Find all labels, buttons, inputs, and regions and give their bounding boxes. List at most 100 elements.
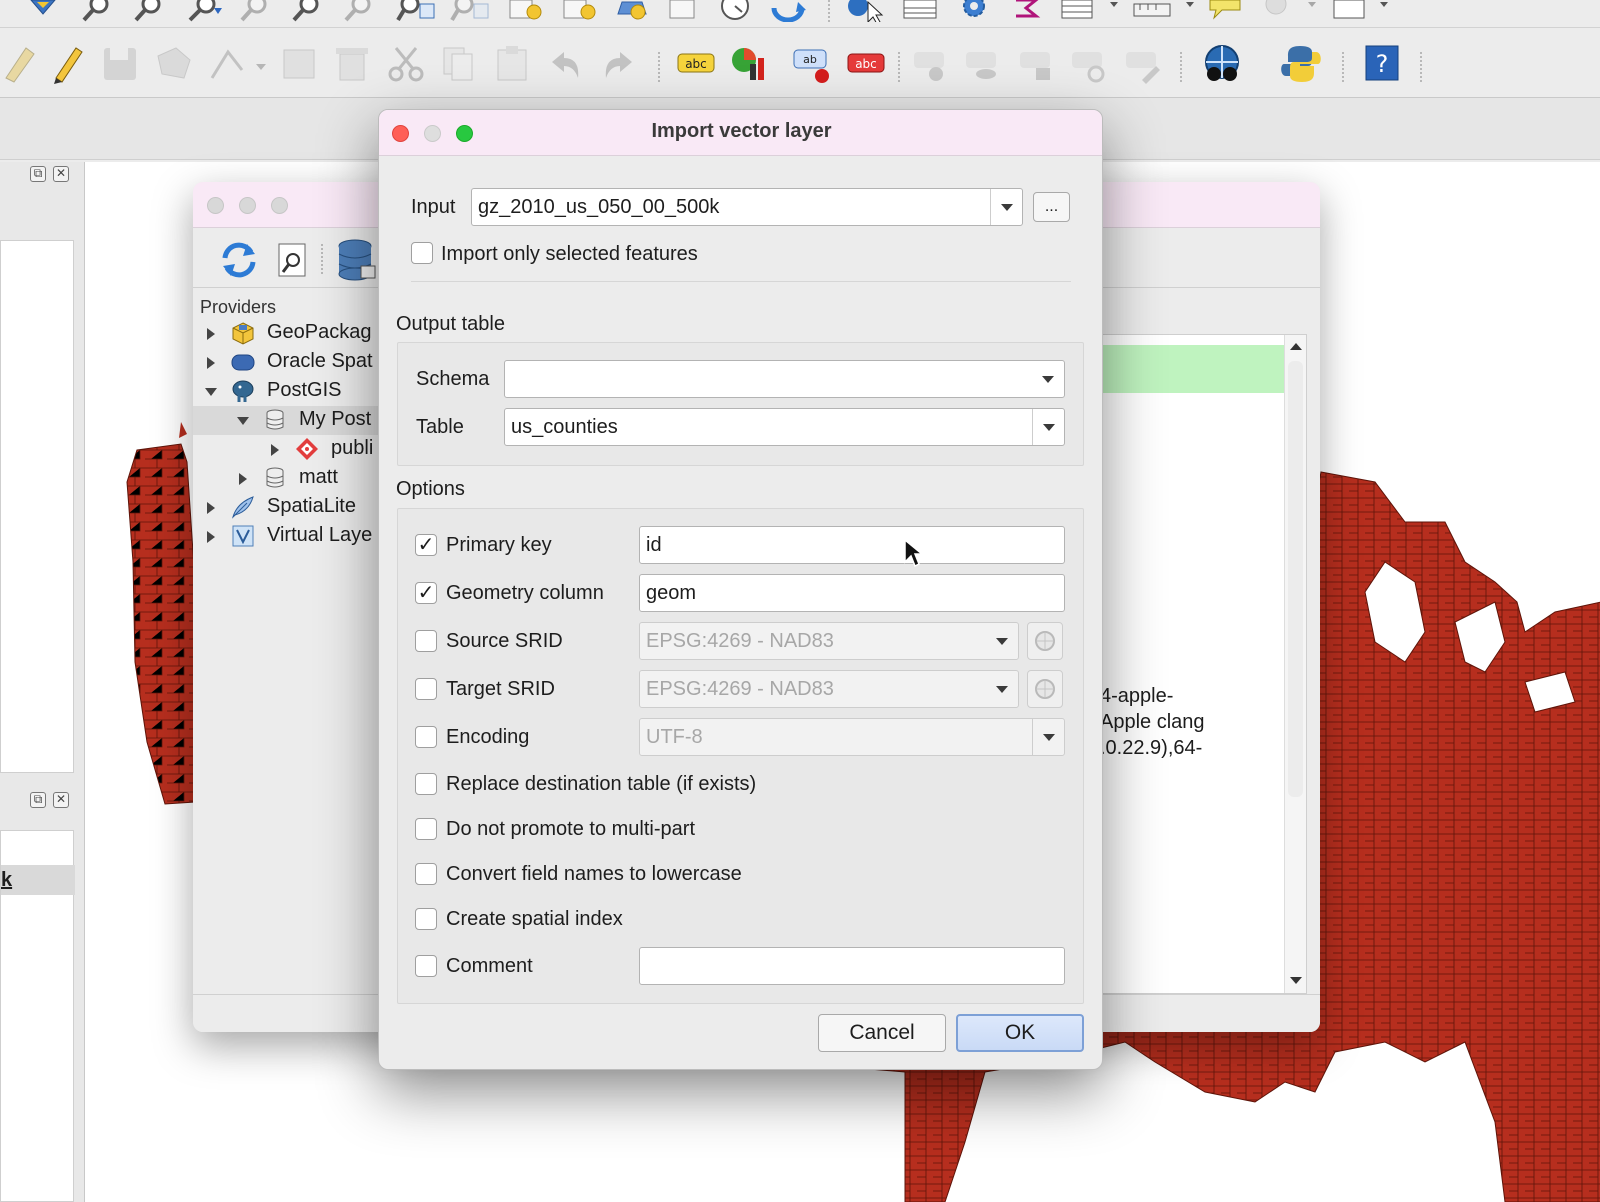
output-table-header: Output table	[396, 313, 505, 335]
layer-labeling-icon[interactable]: abc	[676, 44, 716, 84]
close-panel-icon[interactable]: ✕	[53, 792, 69, 808]
move-label-diagram-icon	[1016, 44, 1056, 84]
statistical-summary-icon[interactable]	[1010, 0, 1042, 22]
metasearch-globe-icon[interactable]	[1200, 44, 1244, 84]
save-edits-icon	[100, 44, 140, 84]
toolbar-separator	[321, 244, 325, 274]
import-selected-checkbox[interactable]	[411, 242, 433, 264]
tree-item-my-postgis[interactable]: My Post	[193, 406, 383, 435]
tree-item-public-schema[interactable]: publi	[193, 435, 383, 464]
python-console-icon[interactable]	[1280, 44, 1322, 84]
text-annotation-icon[interactable]	[1330, 0, 1400, 22]
schema-combobox[interactable]	[504, 360, 1065, 398]
tree-item-oracle[interactable]: Oracle Spat	[193, 348, 383, 377]
identify-features-icon[interactable]	[846, 0, 888, 22]
zoom-to-layer-icon[interactable]	[290, 0, 324, 22]
tree-item-matt[interactable]: matt	[193, 464, 383, 493]
postgis-elephant-icon	[231, 379, 255, 403]
refresh-icon[interactable]	[219, 240, 259, 280]
filter-browser-icon[interactable]	[273, 240, 313, 280]
toolbar-separator	[1420, 52, 1424, 82]
help-icon[interactable]: ?	[1364, 44, 1400, 84]
zoom-rubberband-icon[interactable]	[184, 0, 224, 22]
layers-selected-row[interactable]: k	[1, 865, 75, 895]
measure-table-icon[interactable]	[1060, 0, 1124, 22]
dialog-title: Import vector layer	[651, 120, 832, 142]
minimize-window-icon[interactable]	[239, 197, 256, 214]
connection-info-panel: 4-apple- Apple clang .0.22.9),64-	[1100, 334, 1307, 994]
measure-line-icon[interactable]	[1130, 0, 1202, 22]
geometry-column-checkbox[interactable]: ✓	[415, 582, 437, 604]
float-panel-icon[interactable]: ⧉	[30, 166, 46, 182]
left-dock: ⧉ ✕ ⧉ ✕ k	[0, 162, 84, 1202]
new-spatial-bookmark-icon[interactable]	[616, 0, 656, 22]
zoom-out-icon[interactable]	[132, 0, 166, 22]
redo-icon	[598, 44, 638, 84]
spatial-index-checkbox[interactable]	[415, 908, 437, 930]
geometry-column-field[interactable]: geom	[639, 574, 1065, 612]
scroll-up-arrow-icon[interactable]	[1290, 343, 1302, 350]
highlight-pinned-labels-icon[interactable]: abc	[846, 44, 886, 84]
zoom-in-icon[interactable]	[80, 0, 114, 22]
temporal-controller-icon[interactable]	[716, 0, 754, 22]
scrollbar[interactable]	[1284, 335, 1306, 993]
close-panel-icon[interactable]: ✕	[53, 166, 69, 182]
scroll-thumb[interactable]	[1288, 361, 1303, 797]
crs-selector-globe-icon	[1027, 670, 1063, 708]
oracle-icon	[231, 350, 255, 374]
cut-features-icon	[386, 44, 426, 84]
source-srid-label: Source SRID	[446, 630, 563, 652]
add-polygon-feature-icon	[154, 44, 194, 84]
input-layer-combobox[interactable]: gz_2010_us_050_00_500k	[471, 188, 1023, 226]
add-database-icon[interactable]	[335, 238, 379, 282]
settings-gear-icon[interactable]	[954, 0, 994, 22]
show-bookmarks-icon[interactable]	[666, 0, 700, 22]
lowercase-fields-checkbox[interactable]	[415, 863, 437, 885]
geopackage-icon	[231, 321, 255, 345]
chevron-down-icon[interactable]	[1032, 361, 1064, 397]
tree-item-spatialite[interactable]: SpatiaLite	[193, 493, 383, 522]
svg-text:abc: abc	[685, 57, 707, 71]
open-attribute-table-icon[interactable]	[900, 0, 940, 22]
comment-checkbox[interactable]	[415, 955, 437, 977]
zoom-window-icon[interactable]	[271, 197, 288, 214]
info-line: .0.22.9),64-	[1100, 737, 1203, 759]
ok-button[interactable]: OK	[956, 1014, 1084, 1052]
source-srid-checkbox[interactable]	[415, 630, 437, 652]
tree-item-postgis[interactable]: PostGIS	[193, 377, 383, 406]
table-combobox[interactable]: us_counties	[504, 408, 1065, 446]
no-multipart-checkbox[interactable]	[415, 818, 437, 840]
scroll-down-arrow-icon[interactable]	[1290, 977, 1302, 984]
layer-name-label: k	[1, 869, 13, 891]
map-tips-icon[interactable]	[1204, 0, 1248, 22]
cancel-button[interactable]: Cancel	[818, 1014, 946, 1052]
providers-label: Providers	[200, 297, 277, 317]
zoom-last-icon[interactable]	[396, 0, 436, 22]
tree-item-geopackage[interactable]: GeoPackag	[193, 319, 383, 348]
target-srid-checkbox[interactable]	[415, 678, 437, 700]
tree-item-virtual-layer[interactable]: Virtual Laye	[193, 522, 383, 551]
chevron-down-icon[interactable]	[990, 189, 1022, 225]
pin-labels-icon[interactable]: ab	[792, 44, 834, 84]
encoding-label: Encoding	[446, 726, 530, 748]
virtual-layer-icon	[231, 524, 255, 548]
close-window-icon[interactable]	[207, 197, 224, 214]
chevron-down-icon[interactable]	[1032, 409, 1064, 445]
toolbar-separator	[1342, 52, 1346, 82]
encoding-checkbox[interactable]	[415, 726, 437, 748]
copy-features-icon	[438, 44, 478, 84]
primary-key-checkbox[interactable]: ✓	[415, 534, 437, 556]
options-header: Options	[396, 478, 465, 500]
refresh-icon[interactable]	[770, 0, 808, 22]
comment-field[interactable]	[639, 947, 1065, 985]
float-panel-icon[interactable]: ⧉	[30, 792, 46, 808]
layer-diagram-icon[interactable]	[728, 44, 770, 84]
toggle-editing-pencil-icon[interactable]	[48, 44, 88, 84]
new-3d-map-icon[interactable]	[560, 0, 600, 22]
no-multipart-label: Do not promote to multi-part	[446, 818, 695, 840]
replace-table-checkbox[interactable]	[415, 773, 437, 795]
pan-to-selection-icon[interactable]	[26, 0, 60, 22]
new-map-view-icon[interactable]	[506, 0, 546, 22]
primary-key-field[interactable]: id	[639, 526, 1065, 564]
browse-button[interactable]: ...	[1033, 192, 1070, 222]
